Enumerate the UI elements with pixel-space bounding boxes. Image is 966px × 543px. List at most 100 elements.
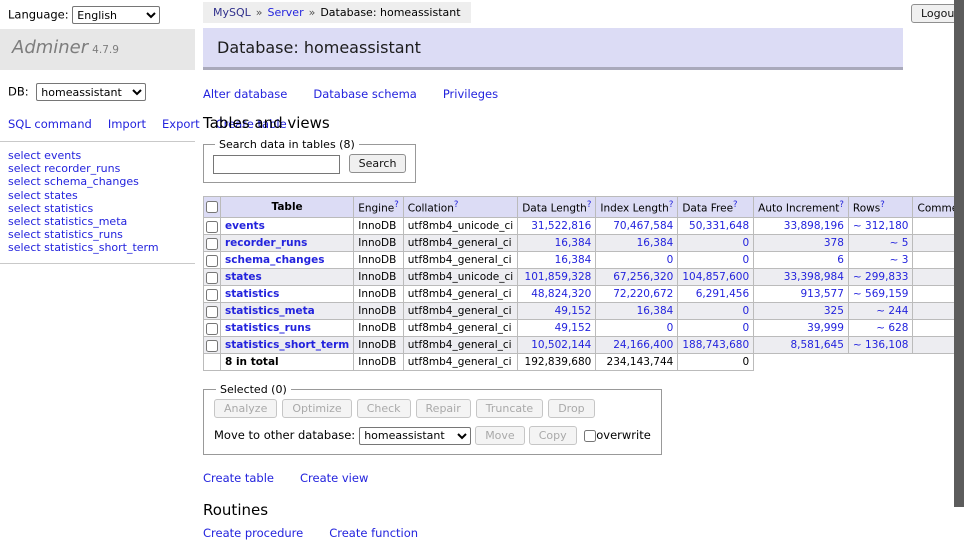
auto-increment-link[interactable]: 6 [754,252,849,269]
row-checkbox[interactable] [206,272,218,284]
data-length-link[interactable]: 16,384 [518,235,596,252]
data-free-link[interactable]: 0 [678,252,754,269]
rows-link[interactable]: ~ 5 [848,235,913,252]
data-free-link[interactable]: 50,331,648 [678,218,754,235]
index-length-link[interactable]: 24,166,400 [596,337,678,354]
index-length-link[interactable]: 16,384 [596,235,678,252]
sidebar-item-select-table-select-recorder-runs[interactable]: select recorder_runs [8,162,187,175]
rows-link[interactable]: ~ 569,159 [848,286,913,303]
scrollbar-thumb[interactable] [954,0,964,507]
auto-increment-link[interactable]: 8,581,645 [754,337,849,354]
data-free-link[interactable]: 104,857,600 [678,269,754,286]
data-length-link[interactable]: 101,859,328 [518,269,596,286]
repair-button[interactable]: Repair [416,399,471,418]
table-name-link[interactable]: statistics_meta [225,305,315,317]
help-link[interactable]: ? [839,200,844,210]
data-free-link[interactable]: 0 [678,303,754,320]
data-length-link[interactable]: 49,152 [518,320,596,337]
data-free-link[interactable]: 6,291,456 [678,286,754,303]
index-length-link[interactable]: 67,256,320 [596,269,678,286]
sidebar-item-select-table-select-statistics-meta[interactable]: select statistics_meta [8,215,187,228]
overwrite-checkbox[interactable] [584,430,596,442]
sidebar-item-select-table-select-statistics-short-term[interactable]: select statistics_short_term [8,241,187,254]
data-free-link[interactable]: 0 [678,320,754,337]
help-link[interactable]: ? [669,200,674,210]
sidebar-item-select-table-select-statistics[interactable]: select statistics [8,202,187,215]
data-free-link[interactable]: 188,743,680 [678,337,754,354]
data-length-link[interactable]: 10,502,144 [518,337,596,354]
table-name-link[interactable]: statistics_short_term [225,339,349,351]
auto-increment-link[interactable]: 33,898,196 [754,218,849,235]
table-name-link[interactable]: states [225,271,262,283]
auto-increment-link[interactable]: 913,577 [754,286,849,303]
index-length-link[interactable]: 0 [596,252,678,269]
index-length-link[interactable]: 70,467,584 [596,218,678,235]
analyze-button[interactable]: Analyze [214,399,277,418]
rows-link[interactable]: ~ 312,180 [848,218,913,235]
language-select[interactable]: English [72,6,160,24]
rows-link[interactable]: ~ 299,833 [848,269,913,286]
data-length-link[interactable]: 16,384 [518,252,596,269]
create-link-create-view[interactable]: Create view [300,471,368,485]
data-length-link[interactable]: 48,824,320 [518,286,596,303]
sidebar-action-link-sql-command[interactable]: SQL command [8,117,92,131]
copy-button[interactable]: Copy [529,426,577,445]
table-name-link[interactable]: schema_changes [225,254,325,266]
table-name-link[interactable]: recorder_runs [225,237,307,249]
truncate-button[interactable]: Truncate [476,399,543,418]
table-name-link[interactable]: events [225,220,265,232]
breadcrumb-link-mysql[interactable]: MySQL [213,6,251,19]
row-checkbox[interactable] [206,255,218,267]
sidebar-item-select-table-select-states[interactable]: select states [8,189,187,202]
select-all-checkbox[interactable] [206,201,218,213]
sidebar-action-link-import[interactable]: Import [108,117,146,131]
check-button[interactable]: Check [357,399,411,418]
sidebar-item-select-table-select-schema-changes[interactable]: select schema_changes [8,175,187,188]
optimize-button[interactable]: Optimize [282,399,351,418]
sidebar-action-link-export[interactable]: Export [162,117,200,131]
move-button[interactable]: Move [475,426,525,445]
routine-link-create-function[interactable]: Create function [329,526,418,540]
db-select[interactable]: homeassistant [36,83,146,101]
column-header-collation: Collation? [403,196,517,218]
drop-button[interactable]: Drop [548,399,594,418]
rows-link[interactable]: ~ 3 [848,252,913,269]
data-length-link[interactable]: 31,522,816 [518,218,596,235]
db-action-link-alter-database[interactable]: Alter database [203,87,287,101]
row-checkbox[interactable] [206,306,218,318]
data-free-link[interactable]: 0 [678,235,754,252]
routine-link-create-procedure[interactable]: Create procedure [203,526,303,540]
auto-increment-link[interactable]: 325 [754,303,849,320]
index-length-link[interactable]: 0 [596,320,678,337]
move-database-select[interactable]: homeassistant [359,427,471,445]
auto-increment-link[interactable]: 39,999 [754,320,849,337]
data-length-link[interactable]: 49,152 [518,303,596,320]
auto-increment-link[interactable]: 33,398,984 [754,269,849,286]
search-input[interactable] [213,155,340,174]
db-action-link-database-schema[interactable]: Database schema [313,87,416,101]
row-checkbox[interactable] [206,340,218,352]
help-link[interactable]: ? [454,200,459,210]
sidebar-item-select-table-select-statistics-runs[interactable]: select statistics_runs [8,228,187,241]
rows-link[interactable]: ~ 244 [848,303,913,320]
auto-increment-link[interactable]: 378 [754,235,849,252]
help-link[interactable]: ? [587,200,592,210]
row-checkbox[interactable] [206,289,218,301]
help-link[interactable]: ? [733,200,738,210]
index-length-link[interactable]: 16,384 [596,303,678,320]
index-length-link[interactable]: 72,220,672 [596,286,678,303]
row-checkbox[interactable] [206,323,218,335]
row-checkbox[interactable] [206,221,218,233]
sidebar-item-select-table-select-events[interactable]: select events [8,149,187,162]
table-name-link[interactable]: statistics_runs [225,322,311,334]
search-button[interactable]: Search [349,154,407,173]
db-action-link-privileges[interactable]: Privileges [443,87,498,101]
table-name-link[interactable]: statistics [225,288,279,300]
breadcrumb-link-server[interactable]: Server [268,6,304,19]
help-link[interactable]: ? [394,200,399,210]
rows-link[interactable]: ~ 628 [848,320,913,337]
help-link[interactable]: ? [880,200,885,210]
create-link-create-table[interactable]: Create table [203,471,274,485]
row-checkbox[interactable] [206,238,218,250]
rows-link[interactable]: ~ 136,108 [848,337,913,354]
